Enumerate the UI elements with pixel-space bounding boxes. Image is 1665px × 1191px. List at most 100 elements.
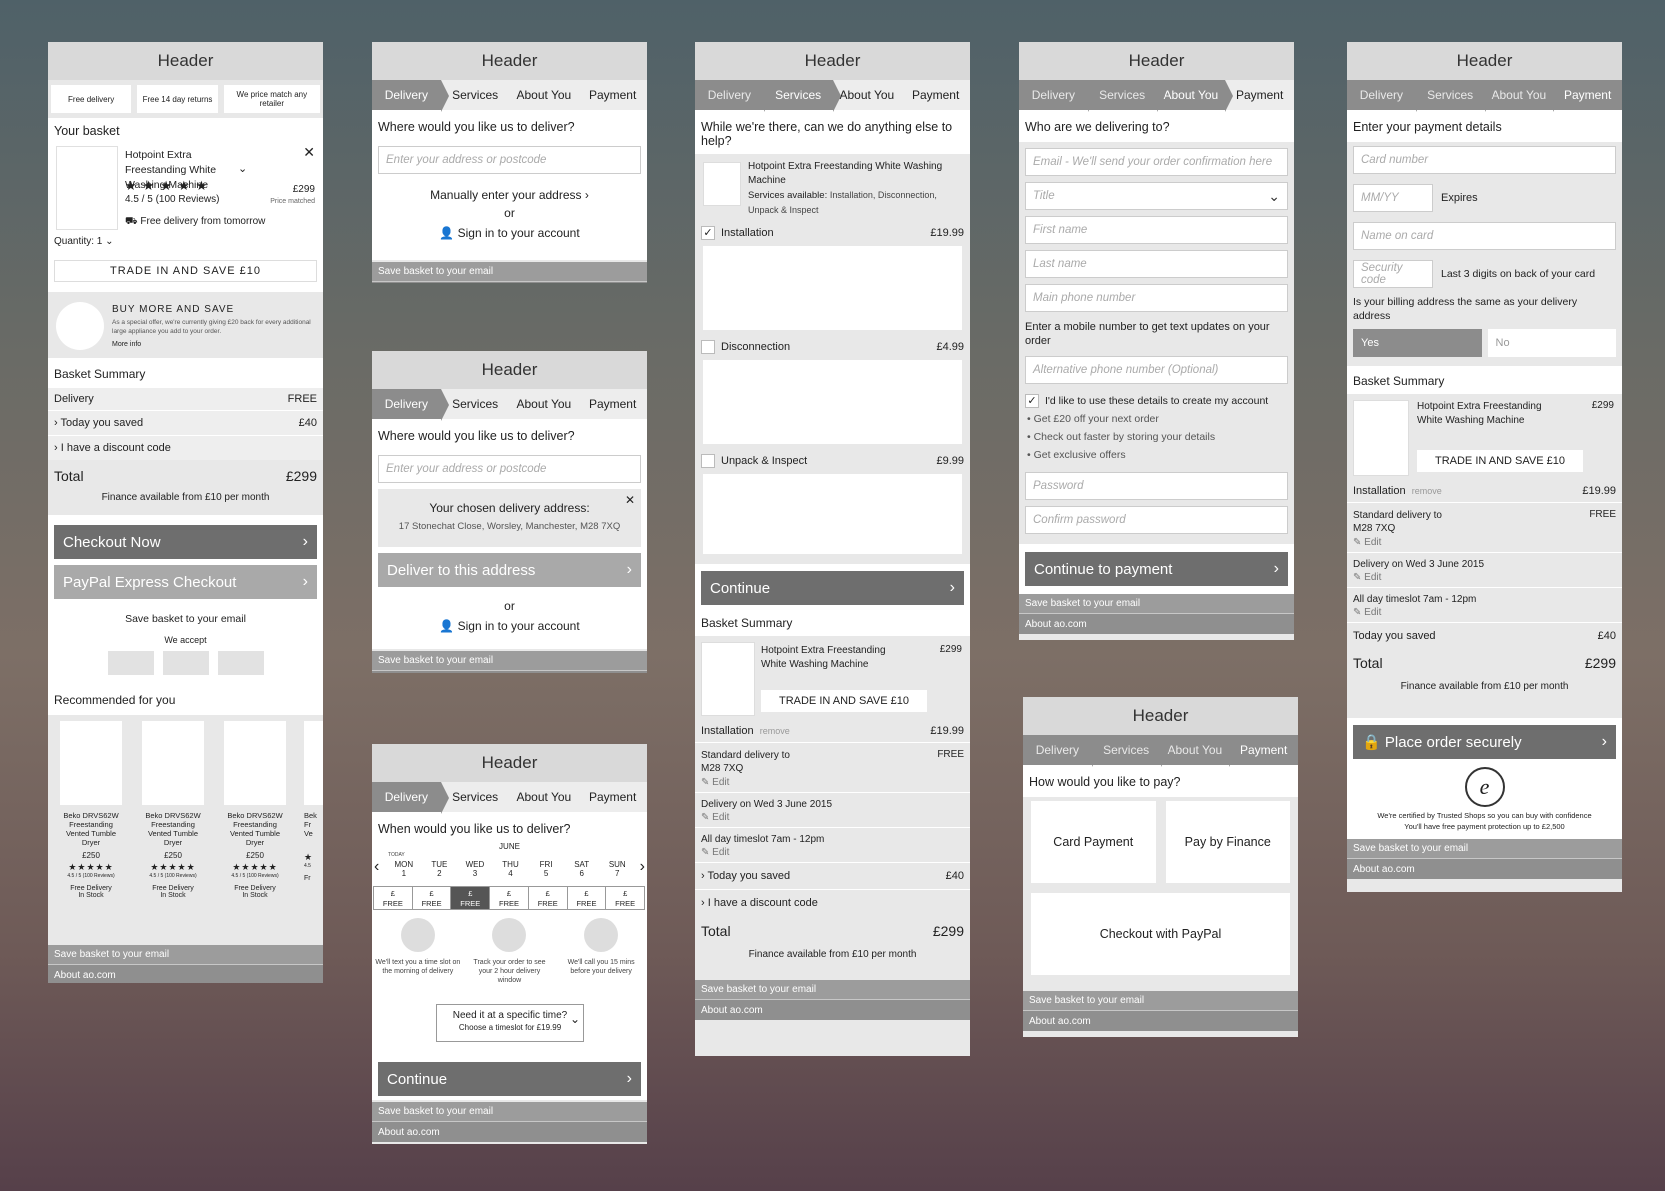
create-account-option[interactable]: ✓ I'd like to use these details to create… (1019, 388, 1294, 410)
phone-field[interactable]: Main phone number (1025, 284, 1288, 312)
day-price-cell[interactable]: £ FREE (566, 886, 607, 910)
step-delivery[interactable]: Delivery (372, 80, 449, 112)
address-input[interactable]: Enter your address or postcode (378, 146, 641, 174)
sign-in-link[interactable]: 👤 Sign in to your account (372, 613, 647, 633)
step-services[interactable]: Services (1415, 80, 1493, 112)
paypal-payment-option[interactable]: Checkout with PayPal (1031, 893, 1290, 975)
chevron-right-icon[interactable]: › (640, 858, 645, 876)
edit-link[interactable]: ✎ Edit (1353, 605, 1616, 620)
step-about-you[interactable]: About You (510, 782, 579, 812)
edit-link[interactable]: ✎ Edit (1353, 535, 1616, 550)
edit-link[interactable]: ✎ Edit (701, 845, 964, 860)
save-basket-footer[interactable]: Save basket to your email (48, 945, 323, 965)
checkout-now-button[interactable]: Checkout Now › (54, 525, 317, 559)
continue-button[interactable]: Continue › (701, 571, 964, 605)
checkbox-checked-icon[interactable]: ✓ (1025, 394, 1039, 408)
sign-in-link[interactable]: 👤 Sign in to your account (372, 220, 647, 240)
save-basket-link[interactable]: Save basket to your email (48, 605, 323, 633)
email-field[interactable]: Email - We'll send your order confirmati… (1025, 148, 1288, 176)
about-footer[interactable]: About ao.com (1019, 614, 1294, 634)
manual-address-link[interactable]: Manually enter your address › (372, 178, 647, 202)
service-option-installation[interactable]: ✓ Installation £19.99 (695, 218, 970, 244)
edit-link[interactable]: ✎ Edit (1353, 570, 1616, 585)
step-delivery[interactable]: Delivery (372, 782, 449, 814)
step-about-you[interactable]: About You (833, 80, 902, 110)
about-footer[interactable]: About ao.com (372, 671, 647, 673)
deliver-to-address-button[interactable]: Deliver to this address › (378, 553, 641, 587)
more-info-link[interactable]: More info (112, 341, 141, 348)
password-field[interactable]: Password (1025, 472, 1288, 500)
step-about-you[interactable]: About You (510, 80, 579, 110)
card-payment-option[interactable]: Card Payment (1031, 801, 1156, 883)
saved-row[interactable]: › Today you saved £40 (695, 863, 970, 890)
billing-no-button[interactable]: No (1487, 329, 1616, 357)
checkbox-icon[interactable] (701, 454, 715, 468)
day-price-cell[interactable]: £ FREE (605, 886, 646, 910)
about-footer[interactable]: About ao.com (1347, 859, 1622, 879)
save-basket-footer[interactable]: Save basket to your email (372, 262, 647, 282)
discount-code-row[interactable]: › I have a discount code (695, 890, 970, 916)
day-price-cell[interactable]: £ FREE (527, 886, 568, 910)
step-services[interactable]: Services (441, 80, 510, 110)
service-option-disconnection[interactable]: Disconnection £4.99 (695, 332, 970, 358)
trade-in-button[interactable]: TRADE IN AND SAVE £10 (1417, 450, 1583, 472)
save-basket-footer[interactable]: Save basket to your email (1347, 839, 1622, 859)
remove-link[interactable]: remove (760, 726, 790, 736)
save-basket-footer[interactable]: Save basket to your email (1019, 594, 1294, 614)
save-basket-footer[interactable]: Save basket to your email (372, 651, 647, 671)
discount-code-row[interactable]: › I have a discount code (48, 436, 323, 460)
step-delivery[interactable]: Delivery (695, 80, 772, 112)
name-on-card-field[interactable]: Name on card (1353, 222, 1616, 250)
step-payment[interactable]: Payment (1229, 735, 1298, 767)
step-payment[interactable]: Payment (901, 80, 970, 110)
step-payment[interactable]: Payment (578, 782, 647, 812)
first-name-field[interactable]: First name (1025, 216, 1288, 244)
step-delivery[interactable]: Delivery (1023, 735, 1100, 767)
service-option-unpack[interactable]: Unpack & Inspect £9.99 (695, 446, 970, 472)
step-services[interactable]: Services (441, 782, 510, 812)
edit-link[interactable]: ✎ Edit (701, 810, 964, 825)
specific-time-select[interactable]: Need it at a specific time? Choose a tim… (436, 1004, 584, 1042)
step-delivery[interactable]: Delivery (372, 389, 449, 421)
chevron-down-icon[interactable]: ⌄ (238, 162, 247, 175)
last-name-field[interactable]: Last name (1025, 250, 1288, 278)
day-price-cell[interactable]: £ FREE (373, 886, 413, 910)
step-about-you[interactable]: About You (1160, 735, 1237, 767)
confirm-password-field[interactable]: Confirm password (1025, 506, 1288, 534)
trade-in-button[interactable]: TRADE IN AND SAVE £10 (54, 260, 317, 282)
recommended-item-partial[interactable]: Bek Fr Ve ★ 4.5 Fr (304, 721, 323, 882)
about-footer[interactable]: About ao.com (48, 965, 323, 983)
trade-in-button[interactable]: TRADE IN AND SAVE £10 (761, 690, 927, 712)
about-footer[interactable]: About ao.com (372, 282, 647, 283)
place-order-button[interactable]: 🔒 Place order securely › (1353, 725, 1616, 759)
card-number-field[interactable]: Card number (1353, 146, 1616, 174)
day-price-cell[interactable]: £ FREE (489, 886, 529, 910)
paypal-express-button[interactable]: PayPal Express Checkout › (54, 565, 317, 599)
continue-button[interactable]: Continue › (378, 1062, 641, 1096)
continue-to-payment-button[interactable]: Continue to payment › (1025, 552, 1288, 586)
step-payment[interactable]: Payment (578, 80, 647, 110)
title-select[interactable]: Title ⌄ (1025, 182, 1288, 210)
recommended-item[interactable]: Beko DRVS62W Freestanding Vented Tumble … (58, 721, 124, 899)
step-services[interactable]: Services (1087, 80, 1165, 112)
close-icon[interactable]: ✕ (303, 144, 315, 161)
expiry-field[interactable]: MM/YY (1353, 184, 1433, 212)
security-code-field[interactable]: Security code (1353, 260, 1433, 288)
about-footer[interactable]: About ao.com (372, 1122, 647, 1142)
save-basket-footer[interactable]: Save basket to your email (695, 980, 970, 1000)
address-input[interactable]: Enter your address or postcode (378, 455, 641, 483)
step-payment[interactable]: Payment (1225, 80, 1294, 110)
remove-link[interactable]: remove (1412, 486, 1442, 496)
step-services[interactable]: Services (1091, 735, 1169, 767)
save-basket-footer[interactable]: Save basket to your email (1023, 991, 1298, 1011)
step-delivery[interactable]: Delivery (1347, 80, 1424, 112)
summary-saved-row[interactable]: › Today you saved £40 (48, 411, 323, 436)
about-footer[interactable]: About ao.com (1023, 1011, 1298, 1031)
step-about-you[interactable]: About You (510, 389, 579, 419)
edit-link[interactable]: ✎ Edit (701, 775, 964, 790)
checkbox-icon[interactable] (701, 340, 715, 354)
about-footer[interactable]: About ao.com (695, 1000, 970, 1020)
billing-yes-button[interactable]: Yes (1353, 329, 1482, 357)
finance-payment-option[interactable]: Pay by Finance (1165, 801, 1290, 883)
step-delivery[interactable]: Delivery (1019, 80, 1096, 112)
